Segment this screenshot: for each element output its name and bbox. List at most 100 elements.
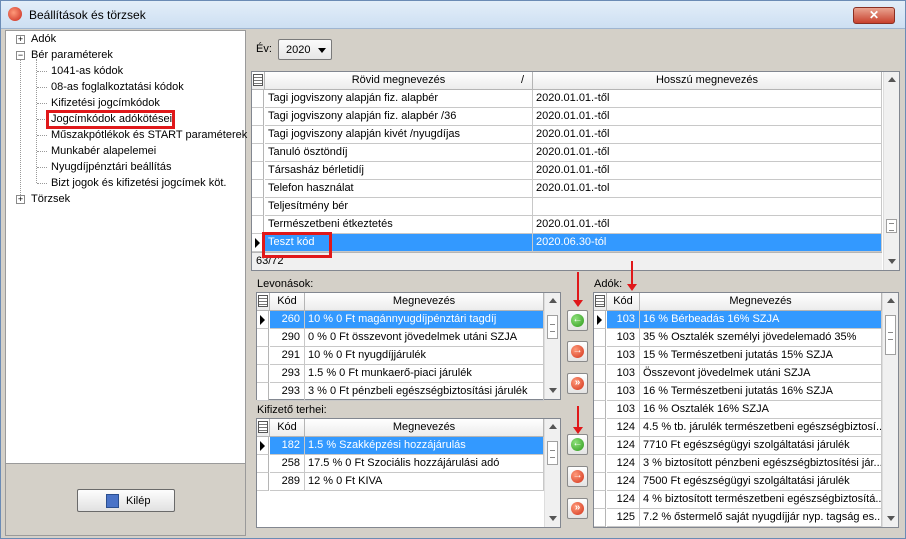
column-header-code[interactable]: Kód	[607, 293, 640, 311]
column-header-code[interactable]: Kód	[270, 293, 305, 311]
column-header-name[interactable]: Megnevezés	[640, 293, 882, 311]
year-select[interactable]: 2020	[278, 39, 332, 60]
table-row[interactable]: 258 17.5 % 0 Ft Szociális hozzájárulási a…	[257, 455, 544, 473]
expand-icon[interactable]: +	[16, 195, 25, 204]
scroll-thumb[interactable]	[886, 219, 897, 233]
table-row[interactable]: Tagi jogviszony alapján fiz. alapbér 2020…	[252, 90, 882, 108]
table-row[interactable]: Telefon használat 2020.01.01.-tol	[252, 180, 882, 198]
row-indicator[interactable]	[594, 491, 606, 509]
row-indicator[interactable]	[257, 473, 269, 491]
table-row[interactable]: 124 3 % biztosított pénzbeni egészségbizt…	[594, 455, 882, 473]
table-row[interactable]: 293 1.5 % 0 Ft munkaerő-piaci járulék	[257, 365, 544, 383]
column-header-code[interactable]: Kód	[270, 419, 305, 437]
tree-item-adok[interactable]: Adók	[31, 32, 56, 47]
row-indicator[interactable]	[594, 473, 606, 491]
tree-item-munkaber-alapelemei[interactable]: Munkabér alapelemei	[51, 144, 156, 159]
row-indicator[interactable]	[594, 437, 606, 455]
exit-button[interactable]: Kilép	[77, 489, 175, 512]
table-row[interactable]: Természetbeni étkeztetés 2020.01.01.-től	[252, 216, 882, 234]
table-row[interactable]: Tagi jogviszony alapján kivét /nyugdíjas…	[252, 126, 882, 144]
column-header-short-name[interactable]: Rövid megnevezés /	[265, 72, 533, 90]
row-indicator[interactable]	[252, 126, 264, 144]
table-row[interactable]: Tagi jogviszony alapján fiz. alapbér /36…	[252, 108, 882, 126]
scroll-down-icon[interactable]	[549, 388, 557, 393]
row-indicator[interactable]	[594, 401, 606, 419]
row-indicator[interactable]	[252, 90, 264, 108]
scroll-down-icon[interactable]	[549, 516, 557, 521]
table-row[interactable]: Teszt kód 2020.06.30-tól	[252, 234, 882, 252]
main-code-grid[interactable]: Rövid megnevezés / Hosszú megnevezés Tagi…	[251, 71, 900, 271]
row-indicator[interactable]	[594, 419, 606, 437]
row-indicator[interactable]	[257, 365, 269, 383]
current-row-icon[interactable]	[594, 311, 606, 329]
table-row[interactable]: 124 4 % biztosított természetbeni egészsé…	[594, 491, 882, 509]
row-indicator[interactable]	[257, 383, 269, 401]
table-row[interactable]: 124 4.5 % tb. járulék természetbeni egész…	[594, 419, 882, 437]
remove-levonas-button[interactable]: →	[567, 341, 588, 362]
scroll-down-icon[interactable]	[888, 259, 896, 264]
table-row[interactable]: 124 7500 Ft egészségügyi szolgáltatási já…	[594, 473, 882, 491]
row-indicator[interactable]	[252, 162, 264, 180]
row-indicator[interactable]	[594, 347, 606, 365]
current-row-icon[interactable]	[257, 311, 269, 329]
tree-item-torzsek[interactable]: Törzsek	[31, 192, 70, 207]
table-row[interactable]: 182 1.5 % Szakképzési hozzájárulás	[257, 437, 544, 455]
scroll-thumb[interactable]	[547, 441, 558, 465]
tree-item-08-kodok[interactable]: 08-as foglalkoztatási kódok	[51, 80, 184, 95]
tree-item-muszakpotlekok[interactable]: Műszakpótlékok és START paraméterek	[51, 128, 247, 143]
table-row[interactable]: 103 16 % Bérbeadás 16% SZJA	[594, 311, 882, 329]
row-indicator[interactable]	[594, 365, 606, 383]
table-row[interactable]: 293 3 % 0 Ft pénzbeli egészségbiztosítási…	[257, 383, 544, 401]
adok-scrollbar[interactable]	[882, 293, 898, 527]
levonasok-grid[interactable]: Kód Megnevezés 260 10 % 0 Ft magánnyugdíj…	[256, 292, 561, 401]
scroll-up-icon[interactable]	[888, 77, 896, 82]
column-header-name[interactable]: Megnevezés	[305, 419, 544, 437]
levonasok-scrollbar[interactable]	[544, 293, 560, 399]
table-row[interactable]: Tanuló ösztöndíj 2020.01.01.-től	[252, 144, 882, 162]
row-indicator[interactable]	[257, 329, 269, 347]
row-indicator[interactable]	[594, 455, 606, 473]
tree-item-nyugdijpenztari[interactable]: Nyugdíjpénztári beállítás	[51, 160, 171, 175]
table-row[interactable]: 125 7.2 % őstermelő saját nyugdíjjár nyp.…	[594, 509, 882, 527]
collapse-icon[interactable]: −	[16, 51, 25, 60]
table-row[interactable]: 103 16 % Természetbeni jutatás 16% SZJA	[594, 383, 882, 401]
row-indicator[interactable]	[252, 144, 264, 162]
grid-settings-icon[interactable]	[594, 293, 607, 311]
row-indicator[interactable]	[257, 347, 269, 365]
tree-item-kifizetesi-jogcimkodok[interactable]: Kifizetési jogcímkódok	[51, 96, 160, 111]
kifizeto-terhei-grid[interactable]: Kód Megnevezés 182 1.5 % Szakképzési hozz…	[256, 418, 561, 528]
row-indicator[interactable]	[252, 198, 264, 216]
main-grid-scrollbar[interactable]	[883, 72, 899, 270]
scroll-up-icon[interactable]	[887, 298, 895, 303]
table-row[interactable]: 103 16 % Osztalék 16% SZJA	[594, 401, 882, 419]
row-indicator[interactable]	[257, 455, 269, 473]
add-kifizeto-button[interactable]: ←	[567, 434, 588, 455]
grid-settings-icon[interactable]	[257, 293, 270, 311]
scroll-up-icon[interactable]	[549, 298, 557, 303]
current-row-icon[interactable]	[257, 437, 269, 455]
remove-all-kifizeto-button[interactable]: »	[567, 498, 588, 519]
row-indicator[interactable]	[594, 383, 606, 401]
scroll-thumb[interactable]	[547, 315, 558, 339]
table-row[interactable]: 124 7710 Ft egészségügyi szolgáltatási já…	[594, 437, 882, 455]
grid-settings-icon[interactable]	[257, 419, 270, 437]
table-row[interactable]: 103 Összevont jövedelmek utáni SZJA	[594, 365, 882, 383]
scroll-thumb[interactable]	[885, 315, 896, 355]
row-indicator[interactable]	[252, 180, 264, 198]
table-row[interactable]: 260 10 % 0 Ft magánnyugdíjpénztári tagdíj	[257, 311, 544, 329]
table-row[interactable]: 103 15 % Természetbeni jutatás 15% SZJA	[594, 347, 882, 365]
scroll-up-icon[interactable]	[549, 424, 557, 429]
kifizeto-scrollbar[interactable]	[544, 419, 560, 527]
row-indicator[interactable]	[594, 329, 606, 347]
remove-kifizeto-button[interactable]: →	[567, 466, 588, 487]
add-levonas-button[interactable]: ←	[567, 310, 588, 331]
column-header-long-name[interactable]: Hosszú megnevezés	[533, 72, 882, 90]
tree-item-1041-kodok[interactable]: 1041-as kódok	[51, 64, 123, 79]
row-indicator[interactable]	[252, 108, 264, 126]
column-header-name[interactable]: Megnevezés	[305, 293, 544, 311]
tree-item-bizt-jogok[interactable]: Bizt jogok és kifizetési jogcímek köt.	[51, 176, 226, 191]
table-row[interactable]: Teljesítmény bér	[252, 198, 882, 216]
remove-all-levonas-button[interactable]: »	[567, 373, 588, 394]
grid-settings-icon[interactable]	[252, 72, 265, 90]
close-button[interactable]: ✕	[853, 7, 895, 24]
